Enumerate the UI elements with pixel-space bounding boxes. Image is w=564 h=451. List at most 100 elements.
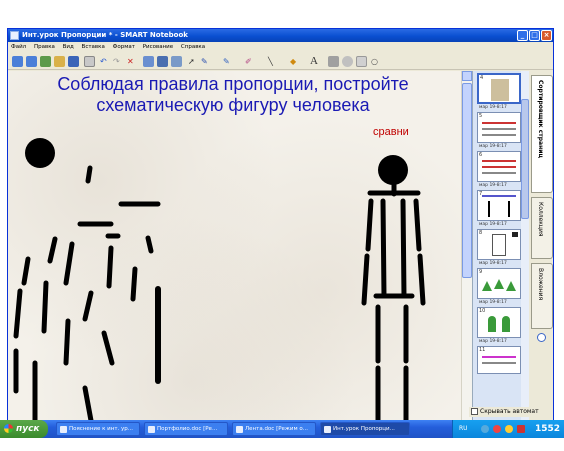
menu-format[interactable]: Формат xyxy=(113,44,135,50)
taskbar-item-active[interactable]: Инт.урок Пропорци... xyxy=(320,422,410,436)
tab-attachments[interactable]: Вложения xyxy=(531,263,553,329)
minimize-button[interactable]: _ xyxy=(517,30,528,41)
tab-page-sorter[interactable]: Сортировщик страниц xyxy=(531,75,553,193)
scattered-piece xyxy=(101,330,115,366)
notebook-icon xyxy=(324,426,331,433)
thumbnail-picture xyxy=(491,79,509,101)
network-icon[interactable] xyxy=(481,425,489,433)
page-date: мар 19-8:17 xyxy=(479,300,507,305)
reference-left-forearm xyxy=(361,253,370,306)
redo-icon[interactable]: ↷ xyxy=(113,56,120,67)
move-icon[interactable] xyxy=(342,56,353,67)
page-thumbnail[interactable]: 4 xyxy=(477,73,521,104)
page-date: мар 19-8:17 xyxy=(479,144,507,149)
reference-head xyxy=(378,155,408,185)
page-number: 11 xyxy=(479,347,486,353)
document-icon xyxy=(148,426,155,433)
page-date: мар 19-8:17 xyxy=(479,105,507,110)
pen-icon[interactable]: ✎ xyxy=(201,56,208,67)
undo-icon[interactable]: ↶ xyxy=(100,56,107,67)
sorter-scrollbar[interactable] xyxy=(521,71,529,435)
page-thumbnail[interactable]: 11 xyxy=(477,346,521,374)
open-icon[interactable] xyxy=(54,56,65,67)
line-icon[interactable]: ╲ xyxy=(268,56,273,67)
start-button[interactable]: пуск xyxy=(0,420,48,438)
security-icon[interactable] xyxy=(517,425,525,433)
taskbar-item[interactable]: Пояснение к инт. ур... xyxy=(56,422,140,436)
page-thumbnail[interactable]: 6 xyxy=(477,151,521,182)
capture-icon[interactable] xyxy=(171,56,182,67)
scattered-piece xyxy=(85,165,93,184)
scattered-piece xyxy=(63,318,71,366)
page-number: 10 xyxy=(479,308,486,314)
screen-shade-icon[interactable] xyxy=(143,56,154,67)
page-thumbnail[interactable]: 9 xyxy=(477,268,521,299)
start-label: пуск xyxy=(16,424,40,434)
menu-bar: Файл Правка Вид Вставка Формат Рисование… xyxy=(8,42,553,53)
text-icon[interactable]: A xyxy=(310,56,318,67)
clock: 1552 xyxy=(534,424,560,434)
scattered-pieces[interactable] xyxy=(13,138,161,432)
document-icon xyxy=(60,426,67,433)
settings-icon[interactable]: ○ xyxy=(371,56,378,67)
page-thumbnail[interactable]: 8 xyxy=(477,229,521,260)
more-icon[interactable] xyxy=(356,56,367,67)
page-date: мар 19-8:17 xyxy=(479,183,507,188)
close-button[interactable]: × xyxy=(541,30,552,41)
scattered-piece xyxy=(21,256,31,286)
desktop-margin xyxy=(0,438,564,451)
page-thumbnail[interactable]: 5 xyxy=(477,112,521,143)
figure-drawing xyxy=(13,138,426,432)
save-icon[interactable] xyxy=(68,56,79,67)
scattered-piece xyxy=(130,266,138,302)
forward-icon[interactable] xyxy=(26,56,37,67)
reference-right-upper-arm xyxy=(413,198,422,252)
scattered-piece xyxy=(63,241,75,286)
menu-insert[interactable]: Вставка xyxy=(82,44,105,50)
autohide-label: Скрывать автомат xyxy=(480,408,539,415)
language-indicator[interactable]: RU xyxy=(459,420,468,438)
sorter-scroll-thumb[interactable] xyxy=(521,99,529,219)
autohide-option[interactable]: Скрывать автомат xyxy=(469,407,553,417)
paste-icon[interactable] xyxy=(84,56,95,67)
page-date: мар 19-8:17 xyxy=(479,339,507,344)
autohide-checkbox[interactable] xyxy=(471,408,478,415)
app-window: Инт.урок Пропорции * - SMART Notebook _ … xyxy=(7,28,554,436)
eraser-icon[interactable]: ✐ xyxy=(245,56,252,67)
menu-file[interactable]: Файл xyxy=(11,44,26,50)
page-number: 4 xyxy=(480,75,484,81)
settings-circle-icon[interactable] xyxy=(537,333,546,342)
title-bar[interactable]: Инт.урок Пропорции * - SMART Notebook _ … xyxy=(8,29,553,42)
back-icon[interactable] xyxy=(12,56,23,67)
scroll-up-icon[interactable] xyxy=(462,71,472,81)
volume-icon[interactable] xyxy=(505,425,513,433)
select-icon[interactable]: ➚ xyxy=(188,56,195,67)
whiteboard-canvas[interactable]: Соблюдая правила пропорции, постройте сх… xyxy=(8,71,461,435)
delete-icon[interactable]: ✕ xyxy=(127,56,134,67)
creative-pen-icon[interactable]: ✎ xyxy=(223,56,230,67)
table-icon[interactable] xyxy=(157,56,168,67)
properties-icon[interactable] xyxy=(328,56,339,67)
screen: Инт.урок Пропорции * - SMART Notebook _ … xyxy=(0,0,564,451)
maximize-button[interactable]: □ xyxy=(529,30,540,41)
fill-icon[interactable]: ◆ xyxy=(290,56,296,67)
menu-draw[interactable]: Рисование xyxy=(143,44,173,50)
reference-figure[interactable] xyxy=(361,155,426,431)
page-thumbnail[interactable]: 7 xyxy=(477,190,521,221)
antivirus-icon[interactable] xyxy=(493,425,501,433)
add-page-icon[interactable] xyxy=(40,56,51,67)
page-thumbnail[interactable]: 10 xyxy=(477,307,521,338)
menu-view[interactable]: Вид xyxy=(63,44,74,50)
window-title: Инт.урок Пропорции * - SMART Notebook xyxy=(22,31,188,39)
canvas-scrollbar[interactable] xyxy=(461,71,472,435)
taskbar-item[interactable]: Лента.doc [Режим о... xyxy=(232,422,316,436)
scattered-head xyxy=(25,138,55,168)
taskbar: пуск Пояснение к инт. ур... Портфолио.do… xyxy=(0,420,564,438)
tab-gallery[interactable]: Коллекция xyxy=(531,197,553,259)
page-number: 8 xyxy=(479,230,483,236)
scattered-piece xyxy=(41,280,49,334)
menu-help[interactable]: Справка xyxy=(181,44,205,50)
taskbar-item[interactable]: Портфолио.doc [Ре... xyxy=(144,422,228,436)
scroll-thumb[interactable] xyxy=(462,83,472,278)
menu-edit[interactable]: Правка xyxy=(34,44,55,50)
